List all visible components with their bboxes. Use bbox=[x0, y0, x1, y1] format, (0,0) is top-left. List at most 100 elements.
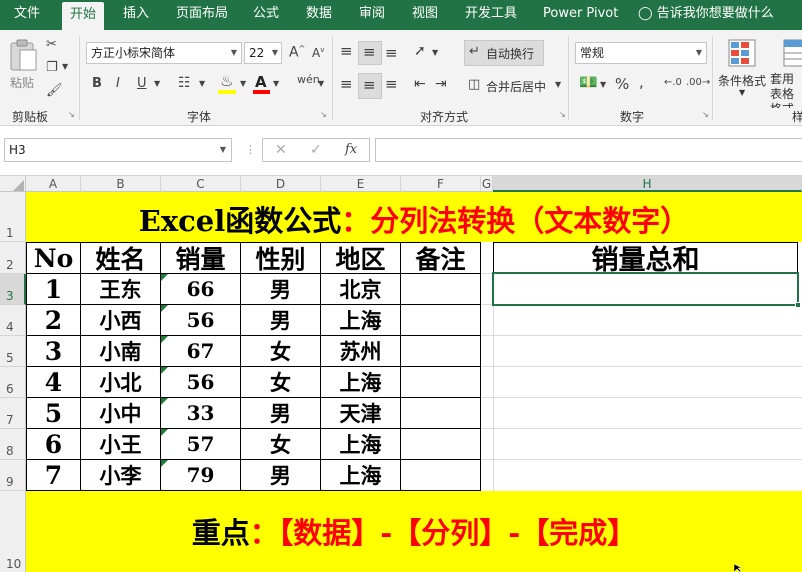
cell-sales[interactable]: 56 bbox=[161, 305, 241, 336]
tell-me-search[interactable]: ◯ 告诉我你想要做什么 bbox=[638, 0, 774, 30]
cell-region[interactable]: 上海 bbox=[321, 429, 401, 460]
cell-gender[interactable]: 男 bbox=[241, 274, 321, 305]
cell-sales[interactable]: 67 bbox=[161, 336, 241, 367]
cell-sales[interactable]: 66 bbox=[161, 274, 241, 305]
insert-function-icon[interactable]: fx bbox=[345, 143, 357, 156]
cell-remark[interactable] bbox=[401, 429, 481, 460]
cell-gender[interactable]: 男 bbox=[241, 398, 321, 429]
paste-button[interactable]: 粘贴 bbox=[6, 38, 40, 94]
column-header-f[interactable]: F bbox=[401, 176, 481, 192]
accounting-format-icon[interactable]: 💵 bbox=[579, 75, 598, 90]
conditional-format-button[interactable]: 条件格式 ▼ bbox=[716, 38, 768, 108]
cell-no[interactable]: 2 bbox=[27, 305, 81, 336]
dialog-launcher-icon[interactable]: ↘ bbox=[559, 111, 566, 119]
formula-input[interactable] bbox=[375, 138, 802, 162]
fill-handle[interactable] bbox=[795, 302, 801, 308]
dialog-launcher-icon[interactable]: ↘ bbox=[68, 111, 75, 119]
cell-region[interactable]: 上海 bbox=[321, 460, 401, 491]
row-header-9[interactable]: 9 bbox=[0, 460, 26, 491]
tab-review[interactable]: 审阅 bbox=[359, 0, 385, 30]
chevron-down-icon[interactable]: ▼ bbox=[154, 80, 160, 88]
decrease-decimal-icon[interactable]: .00→ bbox=[686, 78, 710, 88]
align-left-icon[interactable]: ≡ bbox=[340, 77, 353, 92]
title-banner[interactable]: Excel函数公式：分列法转换（文本数字） bbox=[26, 192, 802, 242]
column-header-b[interactable]: B bbox=[81, 176, 161, 192]
chevron-down-icon[interactable]: ▼ bbox=[62, 63, 68, 71]
header-cell-no[interactable]: No bbox=[27, 243, 81, 274]
align-center-button[interactable]: ≡ bbox=[358, 73, 382, 99]
column-header-a[interactable]: A bbox=[26, 176, 81, 192]
cell-remark[interactable] bbox=[401, 367, 481, 398]
cell-name[interactable]: 小李 bbox=[81, 460, 161, 491]
cell-name[interactable]: 王东 bbox=[81, 274, 161, 305]
cell-sales[interactable]: 56 bbox=[161, 367, 241, 398]
header-cell-remark[interactable]: 备注 bbox=[401, 243, 481, 274]
cell-region[interactable]: 北京 bbox=[321, 274, 401, 305]
column-header-h[interactable]: H bbox=[493, 176, 802, 192]
enter-icon[interactable]: ✓ bbox=[310, 143, 322, 157]
header-cell-gender[interactable]: 性别 bbox=[241, 243, 321, 274]
row-header-5[interactable]: 5 bbox=[0, 336, 26, 367]
cell-name[interactable]: 小王 bbox=[81, 429, 161, 460]
chevron-down-icon[interactable]: ▼ bbox=[555, 81, 561, 89]
underline-button[interactable]: U bbox=[137, 77, 147, 90]
cell-gender[interactable]: 男 bbox=[241, 305, 321, 336]
row-header-7[interactable]: 7 bbox=[0, 398, 26, 429]
tab-power-pivot[interactable]: Power Pivot bbox=[543, 0, 618, 30]
chevron-down-icon[interactable]: ▼ bbox=[600, 81, 606, 89]
cell-name[interactable]: 小北 bbox=[81, 367, 161, 398]
chevron-down-icon[interactable]: ▼ bbox=[199, 80, 205, 88]
cell-remark[interactable] bbox=[401, 305, 481, 336]
chevron-down-icon[interactable]: ▼ bbox=[432, 49, 438, 57]
cell-gender[interactable]: 女 bbox=[241, 336, 321, 367]
row-header-4[interactable]: 4 bbox=[0, 305, 26, 336]
increase-decimal-icon[interactable]: ←.0 bbox=[664, 78, 682, 88]
cell-no[interactable]: 4 bbox=[27, 367, 81, 398]
orientation-icon[interactable]: ➚ bbox=[414, 44, 426, 58]
font-size-select[interactable]: 22 ▼ bbox=[244, 42, 282, 64]
cell-name[interactable]: 小中 bbox=[81, 398, 161, 429]
tab-insert[interactable]: 插入 bbox=[123, 0, 149, 30]
align-right-icon[interactable]: ≡ bbox=[385, 77, 398, 92]
decrease-font-icon[interactable]: Av bbox=[312, 47, 324, 60]
italic-button[interactable]: I bbox=[116, 77, 120, 90]
cell-region[interactable]: 天津 bbox=[321, 398, 401, 429]
cell-remark[interactable] bbox=[401, 274, 481, 305]
cell-name[interactable]: 小西 bbox=[81, 305, 161, 336]
font-color-icon[interactable]: A bbox=[255, 75, 267, 90]
column-header-e[interactable]: E bbox=[321, 176, 401, 192]
cell-no[interactable]: 6 bbox=[27, 429, 81, 460]
dialog-launcher-icon[interactable]: ↘ bbox=[702, 111, 709, 119]
tab-home[interactable]: 开始 bbox=[62, 2, 105, 30]
fill-color-icon[interactable]: ♨ bbox=[220, 74, 233, 89]
cell-no[interactable]: 7 bbox=[27, 460, 81, 491]
tab-formulas[interactable]: 公式 bbox=[253, 0, 279, 30]
cell-remark[interactable] bbox=[401, 460, 481, 491]
align-top-icon[interactable]: ≡ bbox=[340, 44, 353, 59]
cell-region[interactable]: 上海 bbox=[321, 367, 401, 398]
cell-no[interactable]: 5 bbox=[27, 398, 81, 429]
column-header-g[interactable]: G bbox=[481, 176, 493, 192]
bold-button[interactable]: B bbox=[92, 77, 102, 90]
cut-icon[interactable]: ✂ bbox=[46, 38, 57, 51]
cancel-icon[interactable]: ✕ bbox=[275, 143, 287, 157]
row-header-10[interactable]: 10 bbox=[0, 491, 26, 572]
header-cell-name[interactable]: 姓名 bbox=[81, 243, 161, 274]
tab-data[interactable]: 数据 bbox=[306, 0, 332, 30]
decrease-indent-icon[interactable]: ⇤ bbox=[414, 77, 426, 91]
cell-no[interactable]: 3 bbox=[27, 336, 81, 367]
tab-file[interactable]: 文件 bbox=[14, 0, 40, 30]
row-header-2[interactable]: 2 bbox=[0, 242, 26, 274]
header-cell-sales[interactable]: 销量 bbox=[161, 243, 241, 274]
cell-sales[interactable]: 33 bbox=[161, 398, 241, 429]
tab-view[interactable]: 视图 bbox=[412, 0, 438, 30]
row-header-8[interactable]: 8 bbox=[0, 429, 26, 460]
row-header-3[interactable]: 3 bbox=[0, 274, 26, 305]
footer-banner[interactable]: 重点：【数据】-【分列】-【完成】 bbox=[26, 491, 802, 572]
align-middle-button[interactable]: ≡ bbox=[358, 41, 382, 65]
dialog-launcher-icon[interactable]: ↘ bbox=[320, 111, 327, 119]
number-format-select[interactable]: 常规 ▼ bbox=[575, 42, 707, 64]
align-bottom-icon[interactable]: ≡ bbox=[385, 46, 398, 61]
cell-remark[interactable] bbox=[401, 336, 481, 367]
name-box[interactable]: H3 ▼ bbox=[4, 138, 232, 162]
